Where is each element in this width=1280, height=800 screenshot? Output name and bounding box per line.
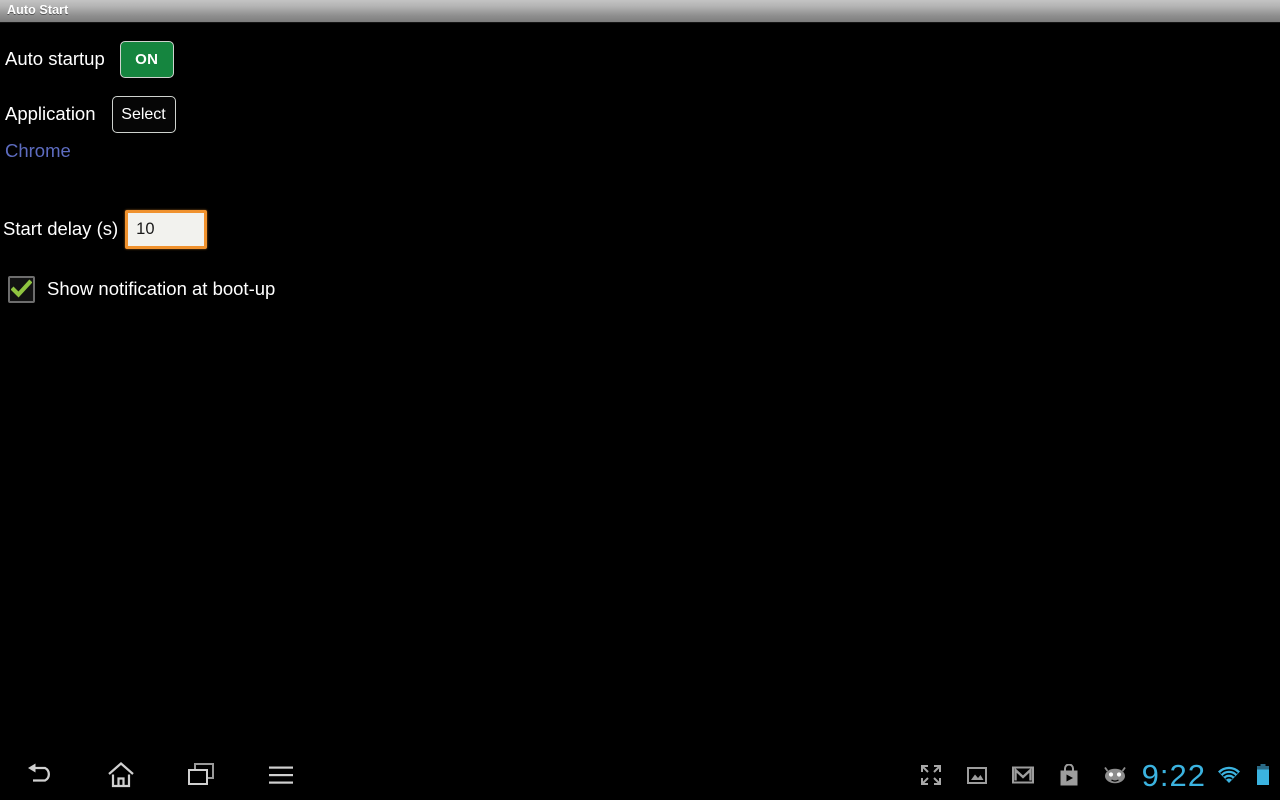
auto-startup-row: Auto startup ON xyxy=(5,41,174,78)
auto-startup-toggle-label: ON xyxy=(135,51,159,68)
back-arrow-icon xyxy=(28,763,50,782)
recent-apps-button[interactable] xyxy=(176,750,226,800)
fullscreen-arrows-icon xyxy=(920,765,941,785)
start-delay-label: Start delay (s) xyxy=(3,218,119,240)
store-bag-icon xyxy=(1060,763,1078,785)
fullscreen-icon[interactable] xyxy=(908,750,954,800)
play-store-icon[interactable] xyxy=(1046,750,1092,800)
status-clock[interactable]: 9:22 xyxy=(1138,760,1212,791)
system-navigation-bar: 9:22 xyxy=(0,750,1280,800)
home-icon xyxy=(108,762,134,788)
wifi-icon[interactable] xyxy=(1212,750,1246,800)
auto-startup-label: Auto startup xyxy=(5,48,105,70)
selected-application-name[interactable]: Chrome xyxy=(5,141,71,161)
select-application-button[interactable]: Select xyxy=(111,96,176,133)
menu-icon xyxy=(269,766,293,784)
menu-button[interactable] xyxy=(256,750,306,800)
checkmark-icon xyxy=(11,279,32,298)
back-button[interactable] xyxy=(16,750,66,800)
photo-icon xyxy=(966,767,987,784)
show-notification-row[interactable]: Show notification at boot-up xyxy=(8,276,275,303)
window-title-bar: Auto Start xyxy=(0,0,1280,23)
wifi-signal-icon xyxy=(1218,766,1240,783)
battery-level-icon xyxy=(1257,764,1269,785)
battery-icon[interactable] xyxy=(1246,750,1280,800)
gallery-icon[interactable] xyxy=(954,750,1000,800)
show-notification-checkbox[interactable] xyxy=(8,276,35,303)
home-button[interactable] xyxy=(96,750,146,800)
android-icon[interactable] xyxy=(1092,750,1138,800)
android-head-icon xyxy=(1103,766,1126,784)
auto-startup-toggle[interactable]: ON xyxy=(119,41,174,78)
start-delay-row: Start delay (s) xyxy=(3,210,208,249)
select-button-label: Select xyxy=(121,105,166,123)
page-title: Auto Start xyxy=(7,3,69,17)
show-notification-label: Show notification at boot-up xyxy=(47,278,276,300)
status-icons-group: 9:22 xyxy=(908,750,1280,800)
gmail-icon[interactable] xyxy=(1000,750,1046,800)
settings-content: Auto startup ON Application Select Chrom… xyxy=(0,24,1280,750)
start-delay-input[interactable] xyxy=(125,210,208,249)
application-label: Application xyxy=(5,103,96,125)
application-row: Application Select xyxy=(5,96,176,133)
mail-icon xyxy=(1011,766,1034,784)
recent-apps-icon xyxy=(188,763,214,785)
